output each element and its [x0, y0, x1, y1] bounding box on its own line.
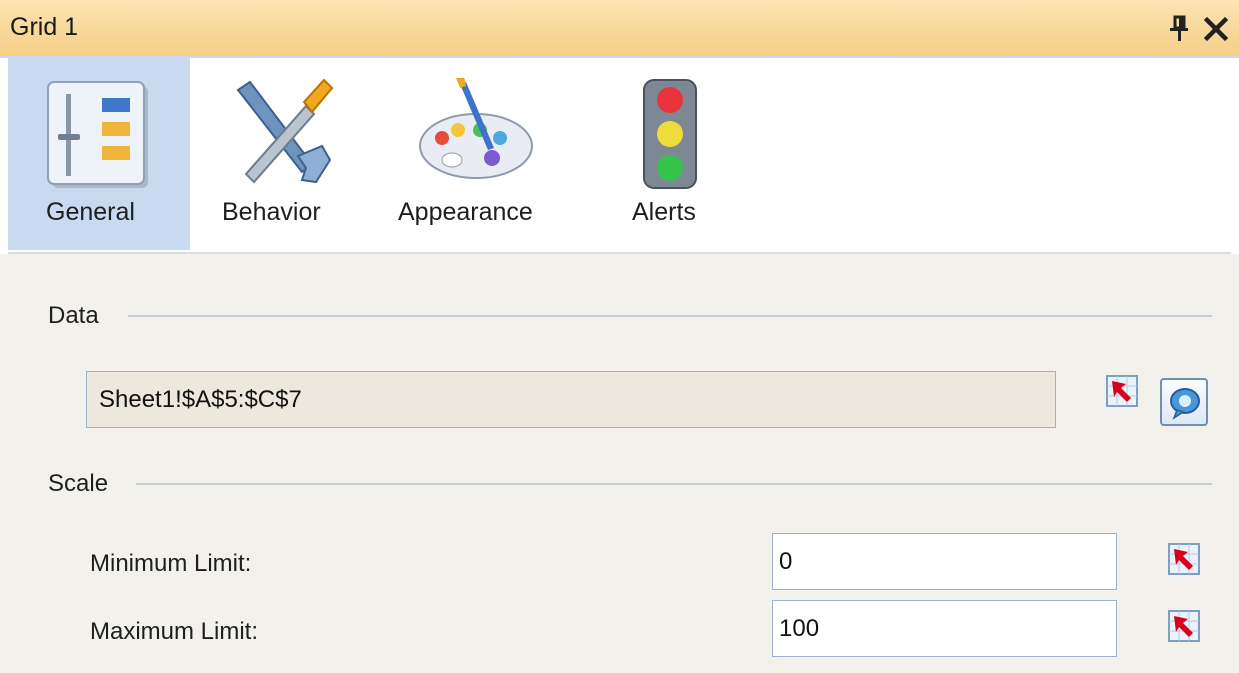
wrench-screwdriver-icon	[236, 78, 334, 184]
info-button[interactable]	[1160, 378, 1208, 426]
general-settings-icon	[47, 81, 148, 188]
tab-appearance[interactable]: Appearance	[386, 58, 562, 250]
pin-icon[interactable]	[1166, 14, 1192, 44]
maximum-limit-label: Maximum Limit:	[90, 618, 259, 645]
section-data-divider	[128, 315, 1212, 317]
tab-general-label: General	[46, 198, 135, 226]
info-bubble-icon	[1170, 388, 1200, 420]
toolbar-divider	[8, 252, 1231, 254]
traffic-light-icon	[643, 79, 697, 189]
tab-alerts-label: Alerts	[632, 198, 696, 226]
min-cell-picker-icon[interactable]	[1168, 543, 1200, 575]
section-data-label: Data	[48, 302, 99, 329]
paint-palette-icon	[419, 78, 533, 179]
cell-picker-icon[interactable]	[1106, 375, 1138, 407]
tab-alerts[interactable]: Alerts	[620, 58, 720, 250]
tab-appearance-label: Appearance	[398, 198, 533, 226]
section-scale-label: Scale	[48, 470, 109, 497]
maximum-limit-field[interactable]: 100	[772, 600, 1117, 657]
data-range-field[interactable]: Sheet1!$A$5:$C$7	[86, 371, 1056, 428]
tab-general[interactable]: General	[8, 58, 190, 250]
tab-behavior-label: Behavior	[222, 198, 321, 226]
max-cell-picker-icon[interactable]	[1168, 610, 1200, 642]
tab-behavior[interactable]: Behavior	[192, 58, 362, 250]
section-scale-divider	[136, 483, 1212, 485]
close-icon[interactable]	[1202, 15, 1230, 43]
title-bar: Grid 1	[0, 0, 1239, 58]
minimum-limit-field[interactable]: 0	[772, 533, 1117, 590]
window-title: Grid 1	[10, 13, 79, 41]
minimum-limit-label: Minimum Limit:	[90, 550, 252, 577]
